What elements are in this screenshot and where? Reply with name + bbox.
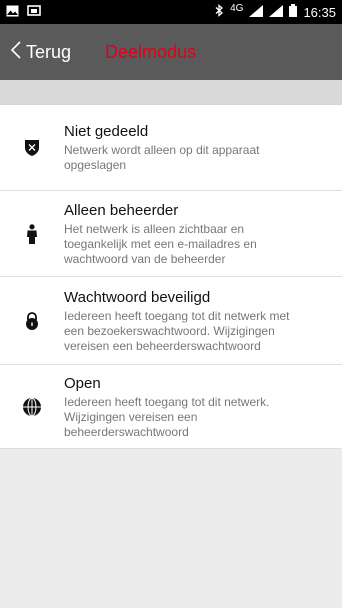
- option-description: Het netwerk is alleen zichtbaar en toega…: [64, 221, 257, 266]
- cast-icon: [27, 4, 41, 20]
- back-button[interactable]: Terug: [0, 24, 83, 80]
- option-open[interactable]: Open Iedereen heeft toegang tot dit netw…: [0, 365, 342, 449]
- option-title: Wachtwoord beveiligd: [64, 288, 211, 306]
- option-admin-only[interactable]: Alleen beheerder Het netwerk is alleen z…: [0, 191, 342, 277]
- option-title: Niet gedeeld: [64, 123, 149, 140]
- page-title: Deelmodus: [105, 41, 197, 62]
- battery-icon: [289, 4, 298, 20]
- shield-x-icon: [0, 139, 64, 157]
- option-description: Netwerk wordt alleen op dit apparaat opg…: [64, 143, 260, 172]
- bluetooth-icon: [215, 4, 224, 20]
- option-password-protected[interactable]: Wachtwoord beveiligd Iedereen heeft toeg…: [0, 277, 342, 365]
- share-mode-list: Niet gedeeld Netwerk wordt alleen op dit…: [0, 104, 342, 449]
- option-not-shared[interactable]: Niet gedeeld Netwerk wordt alleen op dit…: [0, 105, 342, 191]
- status-bar: 4G 16:35: [0, 0, 342, 24]
- option-description: Iedereen heeft toegang tot dit netwerk m…: [64, 308, 290, 353]
- network-type: 4G: [230, 2, 244, 14]
- person-icon: [0, 223, 64, 244]
- signal-icon: [269, 4, 284, 20]
- option-description: Iedereen heeft toegang tot dit netwerk. …: [64, 394, 270, 439]
- clock: 16:35: [303, 4, 336, 20]
- section-spacer: [0, 80, 342, 104]
- option-title: Open: [64, 374, 101, 392]
- chevron-left-icon: [10, 40, 22, 65]
- signal-icon: [249, 4, 264, 20]
- action-bar: Terug Deelmodus: [0, 24, 342, 80]
- image-icon: [6, 5, 19, 20]
- back-label: Terug: [26, 41, 72, 62]
- lock-icon: [0, 311, 64, 330]
- option-title: Alleen beheerder: [64, 201, 179, 219]
- globe-icon: [0, 397, 64, 417]
